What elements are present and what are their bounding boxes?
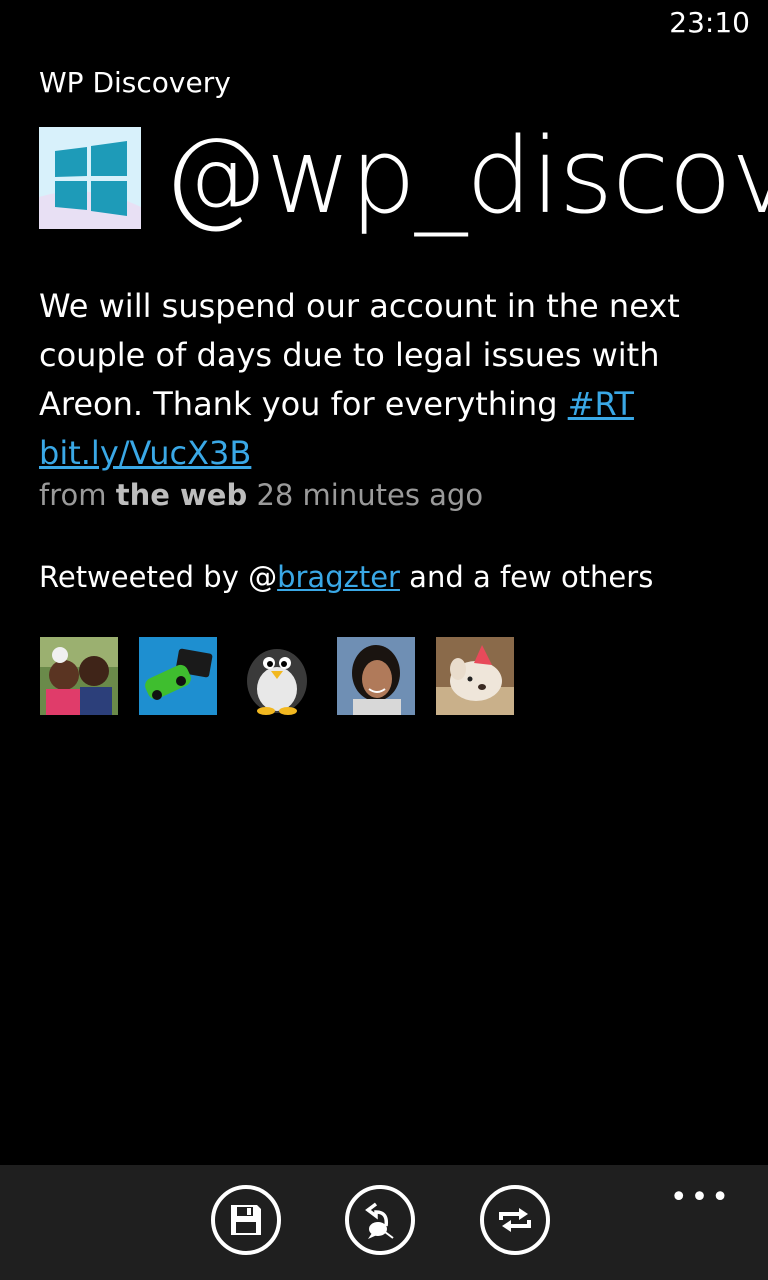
- avatar-green-car[interactable]: [139, 637, 217, 715]
- application-bar: •••: [0, 1165, 768, 1280]
- avatar-woman[interactable]: [337, 637, 415, 715]
- retweet-button[interactable]: [480, 1185, 550, 1255]
- avatar-puppy[interactable]: [436, 637, 514, 715]
- retweeted-prefix: Retweeted by @: [39, 560, 278, 594]
- retweeter-link[interactable]: bragzter: [277, 560, 400, 594]
- profile-handle: @wp_discov: [163, 118, 768, 237]
- profile-header: @wp_discov: [39, 118, 768, 238]
- url-link[interactable]: bit.ly/VucX3B: [39, 434, 251, 472]
- retweet-icon: [499, 1208, 531, 1232]
- tweet-source: the web: [115, 478, 248, 512]
- tweet-meta: from the web 28 minutes ago: [39, 478, 483, 512]
- reply-icon: [365, 1202, 394, 1239]
- reply-button[interactable]: [345, 1185, 415, 1255]
- windows-logo-icon: [39, 127, 141, 229]
- tweet-time: 28 minutes ago: [256, 478, 484, 512]
- from-label: from: [39, 478, 107, 512]
- tweet-body: We will suspend our account in the next …: [39, 282, 739, 478]
- avatar-penguin[interactable]: [238, 637, 316, 715]
- avatar-family-photo[interactable]: [40, 637, 118, 715]
- save-button[interactable]: [211, 1185, 281, 1255]
- retweeter-avatars: [40, 637, 514, 715]
- app-title: WP Discovery: [39, 66, 231, 99]
- retweeted-by: Retweeted by @bragzter and a few others: [39, 560, 653, 594]
- hashtag-link[interactable]: #RT: [568, 385, 634, 423]
- save-icon: [231, 1205, 261, 1235]
- profile-picture[interactable]: [39, 127, 141, 229]
- more-options-button[interactable]: •••: [670, 1183, 732, 1213]
- status-time: 23:10: [669, 6, 750, 39]
- retweeted-suffix: and a few others: [399, 560, 654, 594]
